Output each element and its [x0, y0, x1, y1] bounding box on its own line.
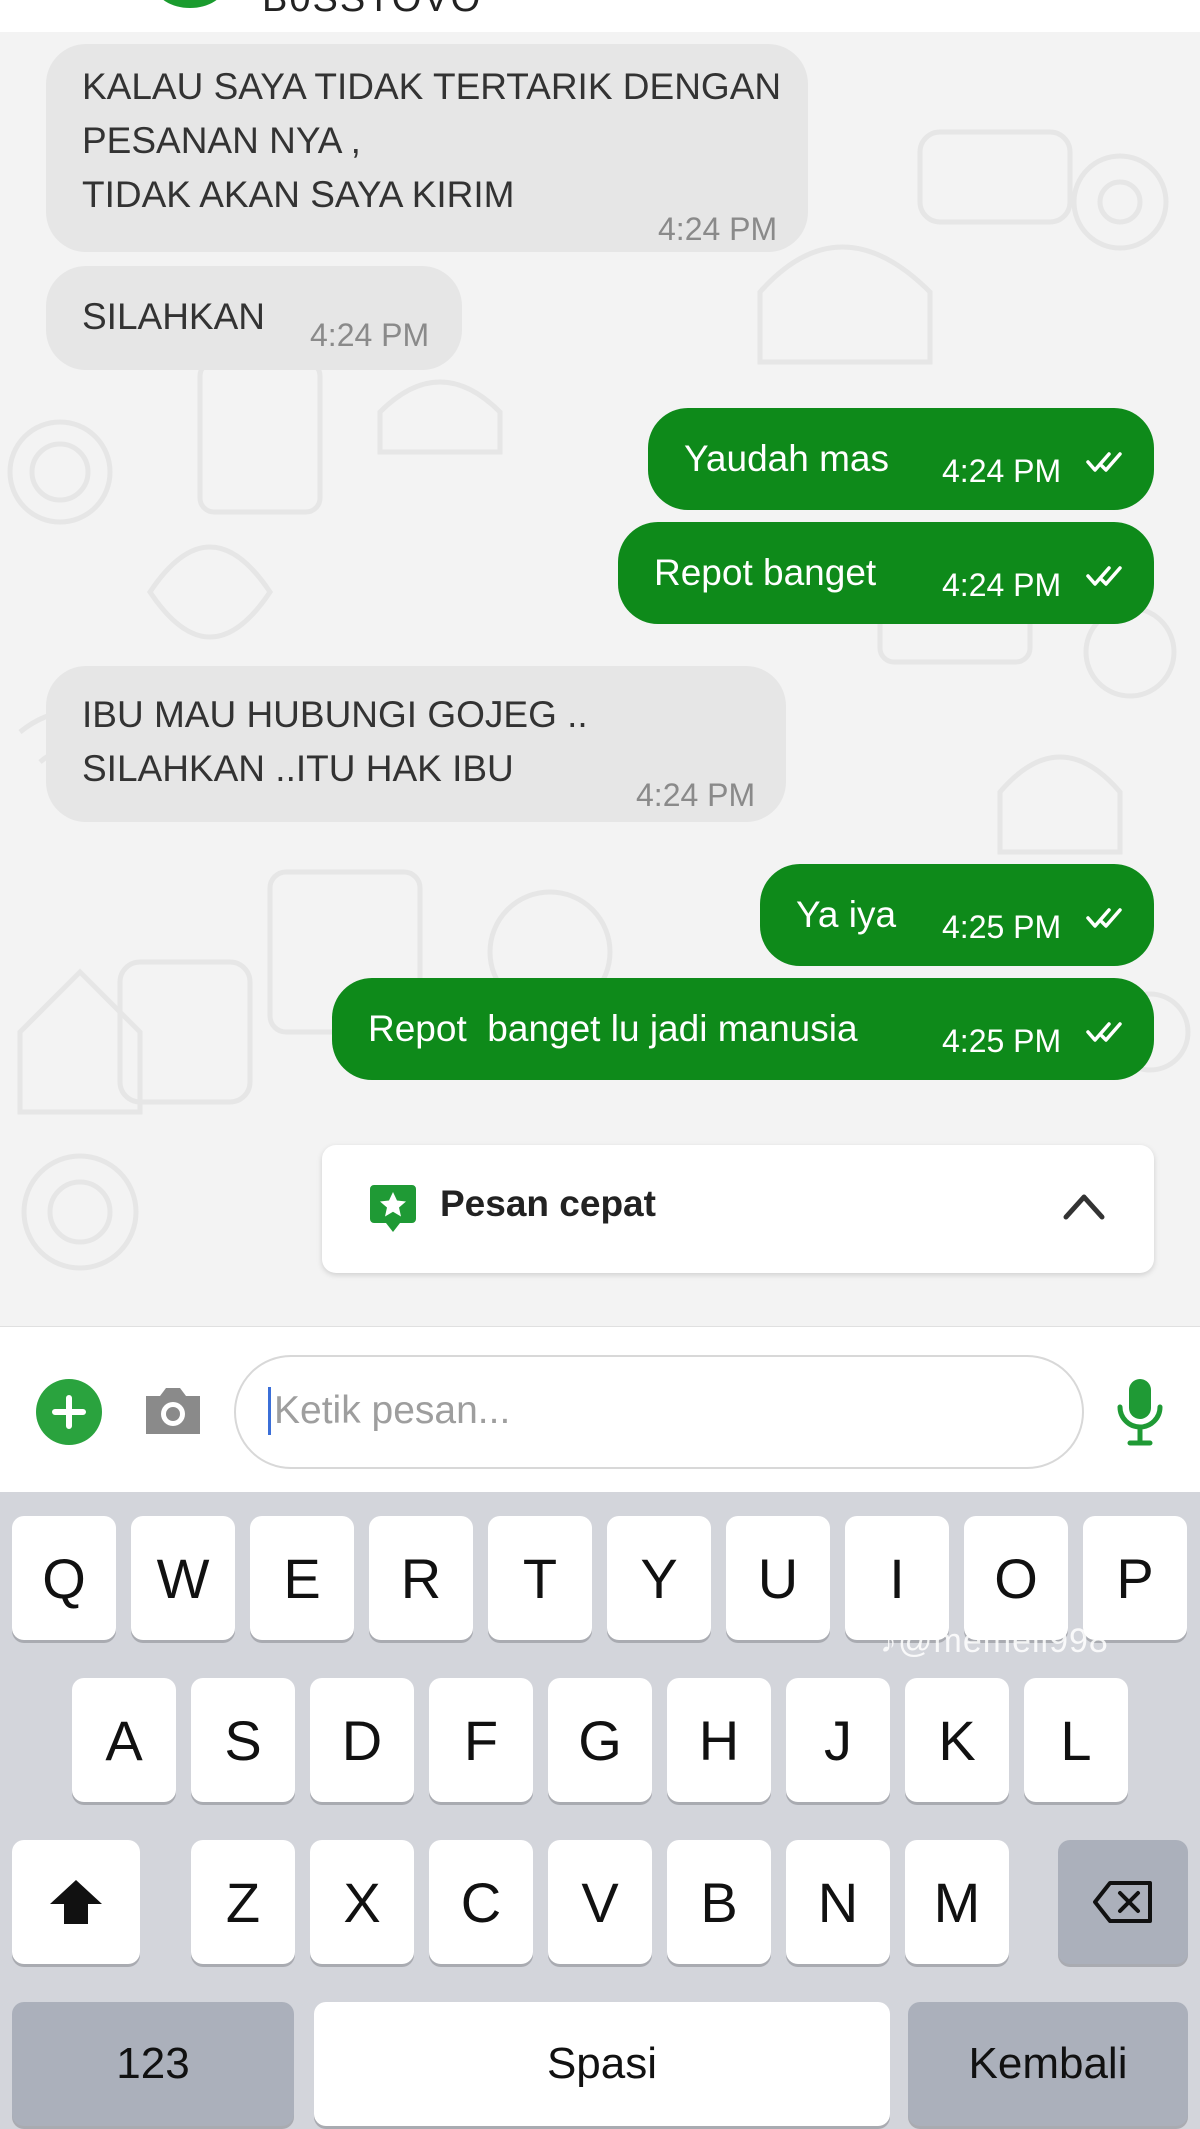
message-time: 4:25 PM	[942, 909, 1062, 945]
key-u[interactable]: U	[726, 1516, 830, 1640]
outgoing-message[interactable]: Yaudah mas 4:24 PM	[648, 408, 1154, 510]
text-caret	[268, 1387, 271, 1435]
outgoing-message[interactable]: Repot banget 4:24 PM	[618, 522, 1154, 624]
message-text: KALAU SAYA TIDAK TERTARIK DENGAN PESANAN…	[82, 66, 782, 215]
shift-icon[interactable]	[12, 1840, 140, 1964]
message-text: Ya iya	[796, 894, 897, 935]
incoming-message[interactable]: IBU MAU HUBUNGI GOJEG .. SILAHKAN ..ITU …	[46, 666, 786, 822]
chat-area[interactable]: KALAU SAYA TIDAK TERTARIK DENGAN PESANAN…	[0, 32, 1200, 1326]
message-text: Repot banget lu jadi manusia	[368, 1008, 858, 1049]
key-g[interactable]: G	[548, 1678, 652, 1802]
read-receipt-icon	[1086, 452, 1122, 472]
chevron-up-icon[interactable]	[1060, 1189, 1108, 1223]
read-receipt-icon	[1086, 566, 1122, 586]
key-w[interactable]: W	[131, 1516, 235, 1640]
key-n[interactable]: N	[786, 1840, 890, 1964]
space-key[interactable]: Spasi	[314, 2002, 890, 2126]
message-composer: Ketik pesan...	[0, 1326, 1200, 1492]
key-c[interactable]: C	[429, 1840, 533, 1964]
read-receipt-icon	[1086, 1022, 1122, 1042]
message-time: 4:24 PM	[942, 453, 1062, 489]
key-v[interactable]: V	[548, 1840, 652, 1964]
camera-icon[interactable]	[142, 1382, 204, 1438]
message-input-placeholder: Ketik pesan...	[274, 1389, 511, 1432]
outgoing-message[interactable]: Repot banget lu jadi manusia 4:25 PM	[332, 978, 1154, 1080]
return-key[interactable]: Kembali	[908, 2002, 1188, 2126]
key-e[interactable]: E	[250, 1516, 354, 1640]
star-chat-icon	[370, 1185, 416, 1232]
key-q[interactable]: Q	[12, 1516, 116, 1640]
contact-name[interactable]: B0SSTOVO	[262, 0, 482, 21]
outgoing-message[interactable]: Ya iya 4:25 PM	[760, 864, 1154, 966]
key-r[interactable]: R	[369, 1516, 473, 1640]
watermark: ♪@memeli998	[880, 1622, 1109, 1660]
read-receipt-icon	[1086, 908, 1122, 928]
key-f[interactable]: F	[429, 1678, 533, 1802]
key-x[interactable]: X	[310, 1840, 414, 1964]
key-l[interactable]: L	[1024, 1678, 1128, 1802]
chat-header: B0SSTOVO	[0, 0, 1200, 32]
key-y[interactable]: Y	[607, 1516, 711, 1640]
message-text: Yaudah mas	[684, 438, 889, 479]
incoming-message[interactable]: SILAHKAN 4:24 PM	[46, 266, 462, 370]
message-text: IBU MAU HUBUNGI GOJEG .. SILAHKAN ..ITU …	[82, 694, 588, 789]
numbers-key[interactable]: 123	[12, 2002, 294, 2126]
quick-message-label: Pesan cepat	[440, 1183, 656, 1224]
message-time: 4:24 PM	[658, 211, 778, 247]
key-a[interactable]: A	[72, 1678, 176, 1802]
contact-avatar[interactable]	[155, 0, 225, 8]
message-text: SILAHKAN	[82, 296, 266, 337]
message-time: 4:24 PM	[942, 567, 1062, 603]
mic-icon[interactable]	[1112, 1377, 1168, 1447]
on-screen-keyboard: Q W E R T Y U I O P A S D F G H J K L Z …	[0, 1492, 1200, 2129]
plus-icon[interactable]	[36, 1379, 102, 1445]
key-d[interactable]: D	[310, 1678, 414, 1802]
key-m[interactable]: M	[905, 1840, 1009, 1964]
quick-message-panel[interactable]: Pesan cepat	[322, 1145, 1154, 1273]
key-z[interactable]: Z	[191, 1840, 295, 1964]
key-t[interactable]: T	[488, 1516, 592, 1640]
key-h[interactable]: H	[667, 1678, 771, 1802]
message-time: 4:24 PM	[636, 777, 756, 813]
message-time: 4:25 PM	[942, 1023, 1062, 1059]
key-k[interactable]: K	[905, 1678, 1009, 1802]
incoming-message[interactable]: KALAU SAYA TIDAK TERTARIK DENGAN PESANAN…	[46, 44, 808, 252]
key-j[interactable]: J	[786, 1678, 890, 1802]
key-s[interactable]: S	[191, 1678, 295, 1802]
backspace-icon[interactable]	[1058, 1840, 1188, 1964]
message-time: 4:24 PM	[310, 317, 430, 353]
key-b[interactable]: B	[667, 1840, 771, 1964]
message-text: Repot banget	[654, 552, 877, 593]
